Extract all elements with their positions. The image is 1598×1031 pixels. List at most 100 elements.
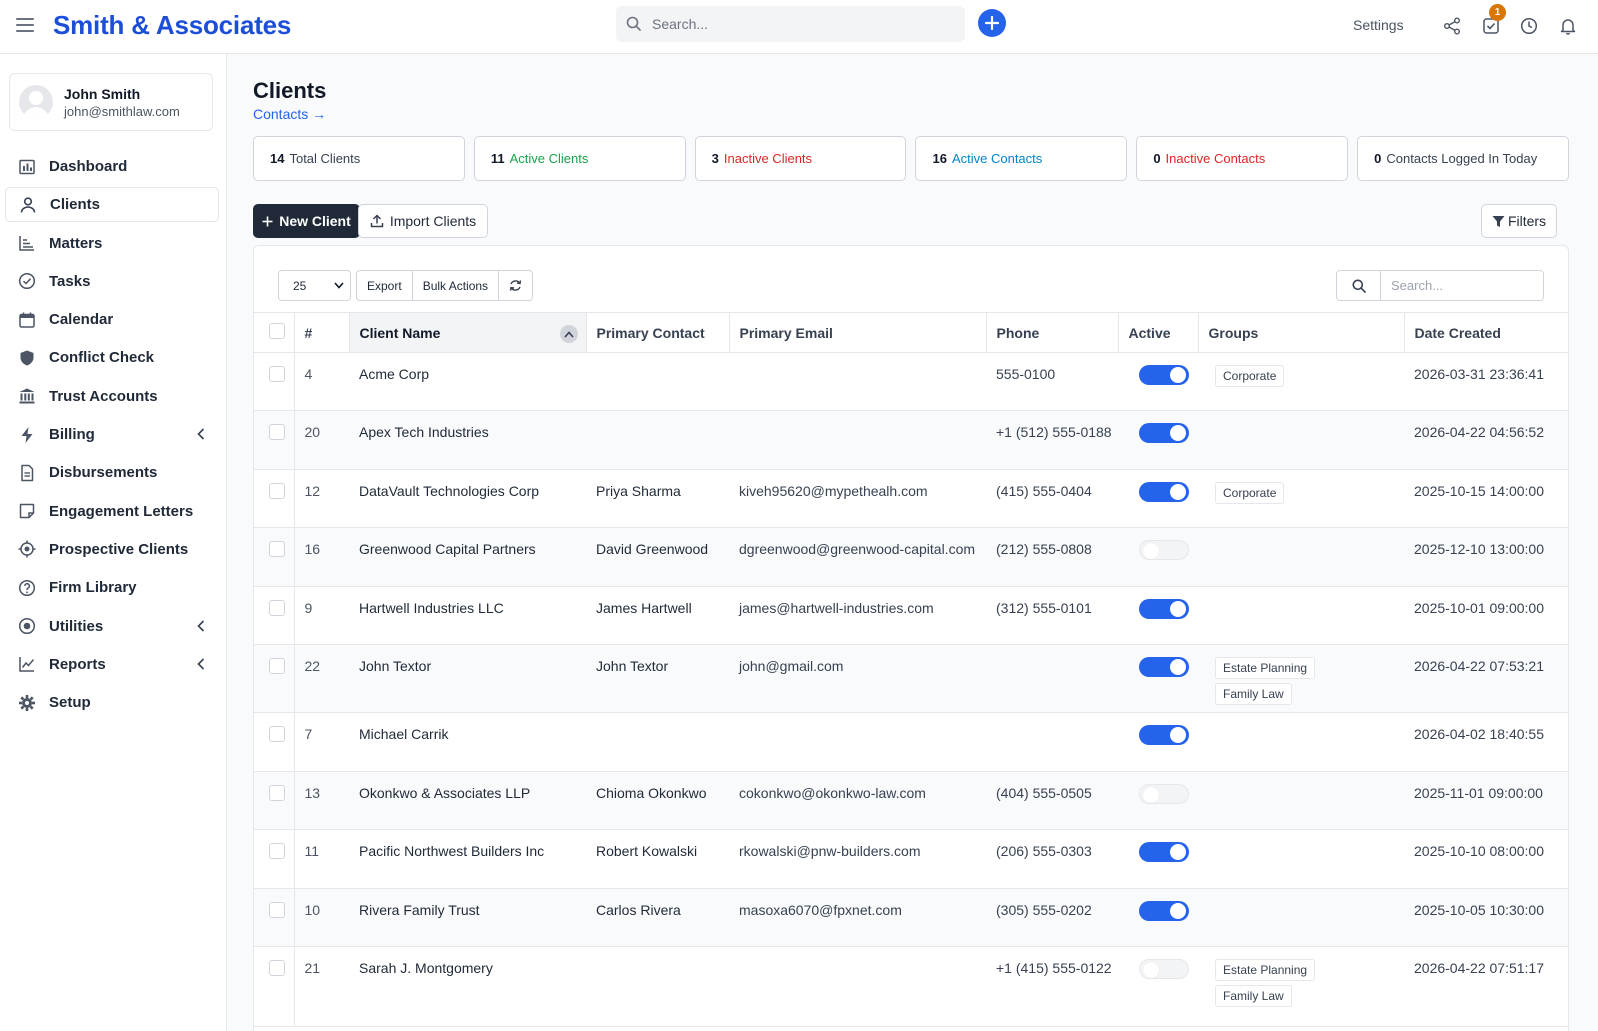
active-toggle[interactable] (1139, 842, 1189, 862)
row-checkbox[interactable] (269, 366, 285, 382)
table-search-button[interactable] (1337, 271, 1381, 300)
cell-client-name[interactable]: DataVault Technologies Corp (349, 469, 586, 528)
active-toggle[interactable] (1139, 959, 1189, 979)
cell-client-name[interactable]: Okonkwo & Associates LLP (349, 771, 586, 830)
stat-card-inactive-contacts[interactable]: 0 Inactive Contacts (1136, 136, 1349, 181)
sidebar-item-disbursements[interactable]: Disbursements (5, 455, 219, 490)
row-checkbox[interactable] (269, 424, 285, 440)
sidebar-item-billing[interactable]: Billing (5, 417, 219, 452)
cell-client-name[interactable]: Pacific Northwest Builders Inc (349, 829, 586, 889)
sidebar-item-calendar[interactable]: Calendar (5, 302, 219, 337)
quick-add-button[interactable] (978, 9, 1006, 37)
global-search-input[interactable] (652, 16, 942, 32)
table-search[interactable] (1336, 270, 1544, 301)
row-checkbox[interactable] (269, 541, 285, 557)
user-profile-card[interactable]: John Smith john@smithlaw.com (9, 73, 213, 131)
table-row[interactable]: 10 Rivera Family Trust Carlos Rivera masoxa… (254, 888, 1568, 947)
settings-link[interactable]: Settings (1353, 17, 1404, 33)
table-search-input[interactable] (1381, 271, 1543, 300)
column-header-client-name[interactable]: Client Name (349, 312, 587, 353)
column-header-id[interactable]: # (294, 312, 350, 353)
table-row[interactable]: 11 Pacific Northwest Builders Inc Robert K… (254, 829, 1568, 889)
clock-icon[interactable] (1518, 15, 1540, 37)
cell-client-name[interactable]: Rivera Family Trust (349, 888, 586, 947)
row-checkbox[interactable] (269, 785, 285, 801)
cell-client-name[interactable]: Hartwell Industries LLC (349, 586, 586, 645)
export-button[interactable]: Export (357, 271, 413, 300)
import-clients-button[interactable]: Import Clients (358, 204, 488, 238)
row-checkbox[interactable] (269, 960, 285, 976)
contacts-link[interactable]: Contacts → (253, 106, 326, 122)
search-icon (626, 16, 641, 31)
active-toggle[interactable] (1139, 901, 1189, 921)
stat-card-active-contacts[interactable]: 16 Active Contacts (915, 136, 1128, 181)
active-toggle[interactable] (1139, 540, 1189, 560)
sidebar-item-prospective-clients[interactable]: Prospective Clients (5, 532, 219, 567)
sidebar-item-conflict-check[interactable]: Conflict Check (5, 340, 219, 375)
active-toggle[interactable] (1139, 482, 1189, 502)
table-row[interactable]: 4 Acme Corp 555-0100 Corporate 2026-03-31 23… (254, 352, 1568, 411)
row-checkbox[interactable] (269, 843, 285, 859)
sidebar-item-matters[interactable]: Matters (5, 226, 219, 261)
sidebar-item-firm-library[interactable]: Firm Library (5, 570, 219, 605)
table-row[interactable]: 12 DataVault Technologies Corp Priya Sharm… (254, 469, 1568, 528)
share-icon[interactable] (1441, 15, 1463, 37)
column-header-date-created[interactable]: Date Created (1404, 312, 1568, 353)
per-page-select[interactable]: 25 (278, 270, 351, 301)
table-row[interactable]: 9 Hartwell Industries LLC James Hartwell ja… (254, 586, 1568, 645)
cell-client-name[interactable]: John Textor (349, 644, 586, 713)
refresh-button[interactable] (499, 271, 532, 300)
row-checkbox[interactable] (269, 726, 285, 742)
cell-primary-contact: James Hartwell (586, 586, 729, 645)
bell-icon[interactable] (1557, 15, 1579, 37)
stat-card-contacts-logged-in-today[interactable]: 0 Contacts Logged In Today (1357, 136, 1569, 181)
active-toggle[interactable] (1139, 784, 1189, 804)
column-header-phone[interactable]: Phone (986, 312, 1119, 353)
sidebar-item-tasks[interactable]: Tasks (5, 264, 219, 299)
active-toggle[interactable] (1139, 657, 1189, 677)
row-checkbox[interactable] (269, 902, 285, 918)
sidebar-item-utilities[interactable]: Utilities (5, 609, 219, 644)
stat-card-active-clients[interactable]: 11 Active Clients (473, 136, 686, 181)
sidebar-item-trust-accounts[interactable]: Trust Accounts (5, 379, 219, 414)
active-toggle[interactable] (1139, 725, 1189, 745)
stat-card-total-clients[interactable]: 14 Total Clients (253, 136, 465, 181)
cell-client-name[interactable]: Sarah J. Montgomery (349, 946, 586, 1027)
user-name: John Smith (64, 85, 141, 102)
sidebar-item-reports[interactable]: Reports (5, 647, 219, 682)
bulk-actions-button[interactable]: Bulk Actions (413, 271, 500, 300)
table-row[interactable]: 13 Okonkwo & Associates LLP Chioma Okonkwo… (254, 771, 1568, 830)
table-row[interactable]: 16 Greenwood Capital Partners David Greenw… (254, 527, 1568, 587)
table-row[interactable]: 20 Apex Tech Industries +1 (512) 555-0188 2… (254, 410, 1568, 470)
sidebar-item-engagement-letters[interactable]: Engagement Letters (5, 494, 219, 529)
brand-title[interactable]: Smith & Associates (53, 10, 291, 41)
cell-client-name[interactable]: Michael Carrik (349, 712, 586, 772)
sidebar-item-clients[interactable]: Clients (5, 187, 219, 223)
sort-ascending-icon[interactable] (559, 325, 578, 343)
column-header-primary-email[interactable]: Primary Email (729, 312, 987, 353)
stat-card-inactive-clients[interactable]: 3 Inactive Clients (694, 136, 907, 181)
new-client-button[interactable]: New Client (253, 204, 360, 238)
cell-client-name[interactable]: Apex Tech Industries (349, 410, 586, 470)
hamburger-menu-icon[interactable] (16, 16, 34, 34)
row-checkbox[interactable] (269, 483, 285, 499)
row-checkbox[interactable] (269, 658, 285, 674)
table-row[interactable]: 21 Sarah J. Montgomery +1 (415) 555-0122 Es… (254, 946, 1568, 1027)
cell-client-name[interactable]: Greenwood Capital Partners (349, 527, 586, 587)
table-row[interactable]: 7 Michael Carrik 2026-04-02 18:40:55 (254, 712, 1568, 772)
select-all-checkbox[interactable] (269, 323, 285, 339)
active-toggle[interactable] (1139, 365, 1189, 385)
row-checkbox[interactable] (269, 600, 285, 616)
cell-primary-contact: Chioma Okonkwo (586, 771, 729, 830)
active-toggle[interactable] (1139, 423, 1189, 443)
cell-client-name[interactable]: Acme Corp (349, 352, 586, 411)
filters-button[interactable]: Filters (1481, 204, 1557, 238)
sidebar-item-setup[interactable]: Setup (5, 685, 219, 720)
column-header-groups[interactable]: Groups (1198, 312, 1405, 353)
column-header-active[interactable]: Active (1118, 312, 1199, 353)
global-search[interactable] (616, 6, 965, 42)
table-row[interactable]: 22 John Textor John Textor john@gmail.com Es… (254, 644, 1568, 713)
column-header-primary-contact[interactable]: Primary Contact (586, 312, 730, 353)
sidebar-item-dashboard[interactable]: Dashboard (5, 149, 219, 184)
active-toggle[interactable] (1139, 599, 1189, 619)
